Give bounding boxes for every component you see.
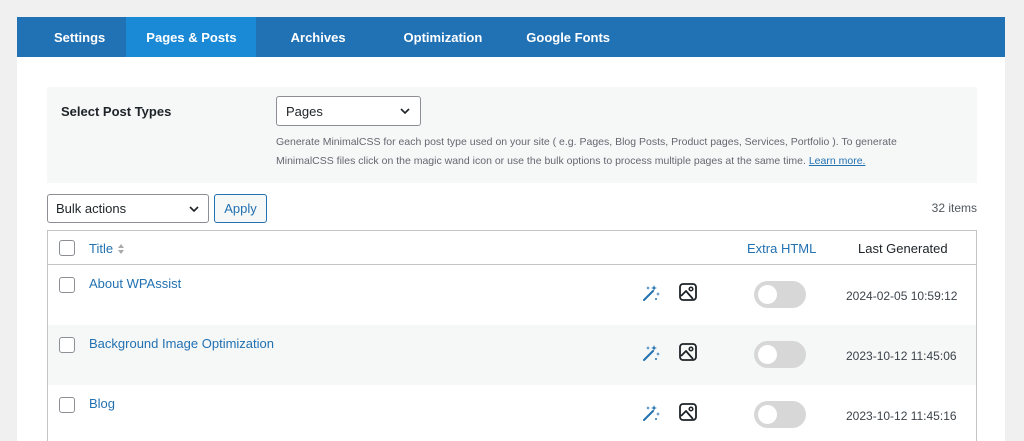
image-icon[interactable] — [678, 402, 698, 422]
learn-more-link[interactable]: Learn more. — [809, 155, 866, 167]
row-checkbox[interactable] — [59, 337, 75, 353]
table-row: About WPAssist 2024-02-05 10:59:12 — [48, 265, 976, 325]
tab-archives[interactable]: Archives — [256, 17, 368, 57]
magic-wand-icon[interactable] — [641, 283, 661, 303]
image-icon[interactable] — [678, 342, 698, 362]
chevron-down-icon — [189, 206, 199, 213]
table-row: Blog 2023-10-12 11:45:16 — [48, 385, 976, 441]
table-row: Background Image Optimization 2023-10-12… — [48, 325, 976, 385]
tab-google-fonts[interactable]: Google Fonts — [504, 17, 632, 57]
table-header: Title Extra HTML Last Generated — [48, 231, 976, 265]
last-generated-date: 2023-10-12 11:45:16 — [846, 409, 957, 423]
magic-wand-icon[interactable] — [641, 343, 661, 363]
post-types-help: Generate MinimalCSS for each post type u… — [276, 133, 956, 171]
settings-page: Settings Pages & Posts Archives Optimiza… — [17, 17, 1005, 441]
column-extra-html-header[interactable]: Extra HTML — [747, 241, 816, 256]
post-types-panel: Select Post Types Pages Generate Minimal… — [47, 87, 977, 183]
post-type-selected-value: Pages — [286, 103, 323, 119]
row-title-link[interactable]: About WPAssist — [89, 276, 181, 291]
column-title-header[interactable]: Title — [89, 241, 125, 256]
post-types-label: Select Post Types — [61, 104, 172, 119]
tab-settings[interactable]: Settings — [17, 17, 126, 57]
image-icon[interactable] — [678, 282, 698, 302]
tab-pages-posts[interactable]: Pages & Posts — [126, 17, 256, 57]
row-title-link[interactable]: Background Image Optimization — [89, 336, 274, 351]
posts-table: Title Extra HTML Last Generated About WP… — [47, 230, 977, 441]
column-last-generated-header: Last Generated — [858, 241, 948, 256]
post-type-select[interactable]: Pages — [276, 96, 421, 126]
magic-wand-icon[interactable] — [641, 403, 661, 423]
column-title-label: Title — [89, 241, 114, 256]
row-checkbox[interactable] — [59, 397, 75, 413]
toggle-knob — [758, 285, 777, 304]
post-types-help-text: Generate MinimalCSS for each post type u… — [276, 136, 897, 167]
row-checkbox[interactable] — [59, 277, 75, 293]
tab-bar: Settings Pages & Posts Archives Optimiza… — [17, 17, 1005, 57]
last-generated-date: 2023-10-12 11:45:06 — [846, 349, 957, 363]
extra-html-toggle[interactable] — [754, 401, 806, 428]
tab-optimization[interactable]: Optimization — [368, 17, 505, 57]
extra-html-toggle[interactable] — [754, 281, 806, 308]
row-title-link[interactable]: Blog — [89, 396, 115, 411]
bulk-actions-select[interactable]: Bulk actions — [47, 194, 209, 223]
extra-html-toggle[interactable] — [754, 341, 806, 368]
last-generated-date: 2024-02-05 10:59:12 — [846, 289, 958, 303]
select-all-checkbox[interactable] — [59, 240, 75, 256]
toggle-knob — [758, 345, 777, 364]
sort-arrows-icon — [118, 243, 125, 254]
bulk-actions-value: Bulk actions — [56, 201, 127, 216]
toggle-knob — [758, 405, 777, 424]
chevron-down-icon — [400, 108, 410, 115]
apply-button[interactable]: Apply — [214, 194, 267, 223]
item-count: 32 items — [931, 201, 977, 215]
